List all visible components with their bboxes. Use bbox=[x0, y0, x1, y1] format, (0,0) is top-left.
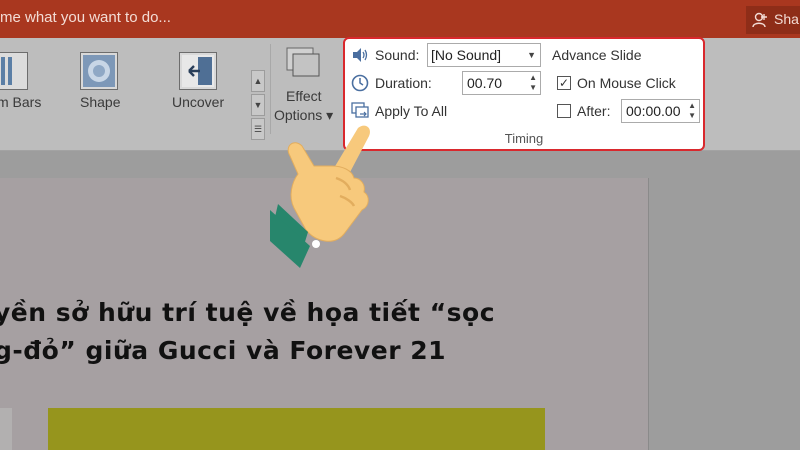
slide-title-line-2: g-đỏ” giữa Gucci và Forever 21 bbox=[0, 336, 447, 365]
transition-shape-label: Shape bbox=[80, 94, 121, 110]
tell-me-search[interactable]: me what you want to do... bbox=[0, 9, 171, 26]
slide-image-block[interactable] bbox=[48, 408, 545, 450]
share-button[interactable]: Sha bbox=[746, 6, 800, 34]
timing-group-label: Timing bbox=[504, 131, 544, 146]
uncover-icon bbox=[179, 52, 217, 90]
gallery-up-button[interactable]: ▲ bbox=[251, 70, 265, 92]
share-label: Sha bbox=[774, 11, 799, 27]
after-spinner[interactable]: 00:00.00 ▲ ▼ bbox=[621, 99, 700, 123]
transition-uncover-label: Uncover bbox=[172, 94, 225, 110]
title-bar: me what you want to do... Sha bbox=[0, 0, 800, 38]
slide-title-text[interactable]: yền sở hữu trí tuệ về họa tiết “sọc g-đỏ… bbox=[0, 294, 554, 370]
slide-left-strip bbox=[0, 408, 12, 450]
after-checkbox[interactable] bbox=[557, 104, 571, 118]
after-value: 00:00.00 bbox=[626, 103, 681, 119]
on-mouse-click-checkbox[interactable]: ✓ bbox=[557, 76, 571, 90]
after-label: After: bbox=[577, 103, 611, 119]
pointing-hand-icon bbox=[270, 125, 370, 268]
chevron-down-icon: ▼ bbox=[527, 50, 536, 60]
sound-label: Sound: bbox=[375, 47, 420, 63]
apply-to-all-button[interactable]: Apply To All bbox=[375, 103, 447, 119]
spin-up-icon[interactable]: ▲ bbox=[688, 101, 696, 110]
spin-up-icon[interactable]: ▲ bbox=[529, 73, 537, 82]
sound-dropdown[interactable]: [No Sound] ▼ bbox=[427, 43, 541, 67]
person-icon bbox=[752, 12, 767, 28]
gallery-scroll: ▲ ▼ ☰ bbox=[251, 70, 265, 140]
spin-down-icon[interactable]: ▼ bbox=[529, 83, 537, 92]
slide-title-line-1: yền sở hữu trí tuệ về họa tiết “sọc bbox=[0, 298, 496, 327]
duration-spinner[interactable]: 00.70 ▲ ▼ bbox=[462, 71, 541, 95]
gallery-down-button[interactable]: ▼ bbox=[251, 94, 265, 116]
gallery-more-button[interactable]: ☰ bbox=[251, 118, 265, 140]
clock-icon bbox=[351, 74, 369, 92]
effect-options-label-1: Effect bbox=[286, 88, 322, 104]
sound-icon bbox=[353, 48, 368, 62]
effect-options-icon bbox=[285, 46, 321, 80]
transition-bars-label: m Bars bbox=[0, 94, 42, 110]
duration-label: Duration: bbox=[375, 75, 432, 91]
spin-down-icon[interactable]: ▼ bbox=[688, 111, 696, 120]
shape-icon bbox=[80, 52, 118, 90]
bars-icon bbox=[0, 52, 28, 90]
on-mouse-click-label: On Mouse Click bbox=[577, 75, 676, 91]
sound-value: [No Sound] bbox=[431, 47, 502, 63]
advance-slide-heading: Advance Slide bbox=[552, 47, 642, 63]
duration-value: 00.70 bbox=[467, 75, 503, 91]
timing-group: Sound: [No Sound] ▼ Duration: 00.70 ▲ ▼ … bbox=[343, 37, 705, 151]
